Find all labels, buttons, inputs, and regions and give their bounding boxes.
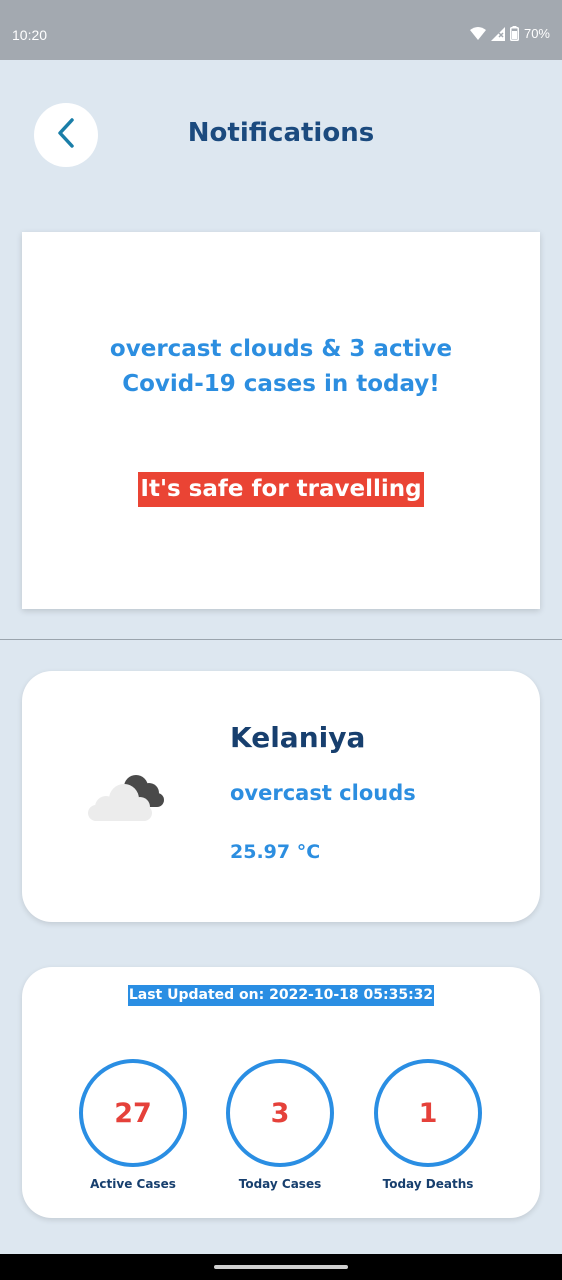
temperature: 25.97 °C — [230, 841, 321, 863]
battery-percent: 70% — [523, 26, 550, 41]
wifi-icon — [469, 27, 486, 40]
weather-card: Kelaniya overcast clouds 25.97 °C — [22, 671, 540, 922]
cell-signal-icon — [490, 26, 505, 41]
notification-card: overcast clouds & 3 active Covid-19 case… — [22, 232, 540, 609]
weather-description: overcast clouds — [230, 781, 416, 805]
stat-label: Today Deaths — [382, 1177, 474, 1191]
overcast-clouds-icon — [86, 769, 166, 827]
last-updated: Last Updated on: 2022-10-18 05:35:32 — [127, 985, 435, 1006]
divider — [0, 639, 562, 640]
status-bar: 10:20 70% — [0, 0, 562, 60]
status-icons: 70% — [469, 26, 550, 41]
stat-label: Active Cases — [90, 1177, 176, 1191]
stat-active-cases: 27 Active Cases — [63, 1059, 203, 1191]
stat-today-cases: 3 Today Cases — [210, 1059, 350, 1191]
stat-circle: 27 — [79, 1059, 187, 1167]
status-time: 10:20 — [12, 27, 48, 43]
covid-stats-card: Last Updated on: 2022-10-18 05:35:32 27 … — [22, 967, 540, 1218]
battery-icon — [509, 26, 519, 41]
notification-message-line1: overcast clouds & 3 active — [109, 336, 453, 362]
stat-label: Today Cases — [238, 1177, 322, 1191]
navigation-bar — [0, 1254, 562, 1280]
notification-message-line2: Covid-19 cases in today! — [122, 371, 440, 397]
page-title: Notifications — [187, 118, 375, 148]
stat-circle: 1 — [374, 1059, 482, 1167]
travel-safety-badge: It's safe for travelling — [138, 472, 424, 507]
stat-today-deaths: 1 Today Deaths — [358, 1059, 498, 1191]
city-name: Kelaniya — [230, 721, 366, 754]
home-gesture-handle[interactable] — [214, 1265, 348, 1269]
notification-message: overcast clouds & 3 active Covid-19 case… — [22, 332, 540, 402]
stat-circle: 3 — [226, 1059, 334, 1167]
